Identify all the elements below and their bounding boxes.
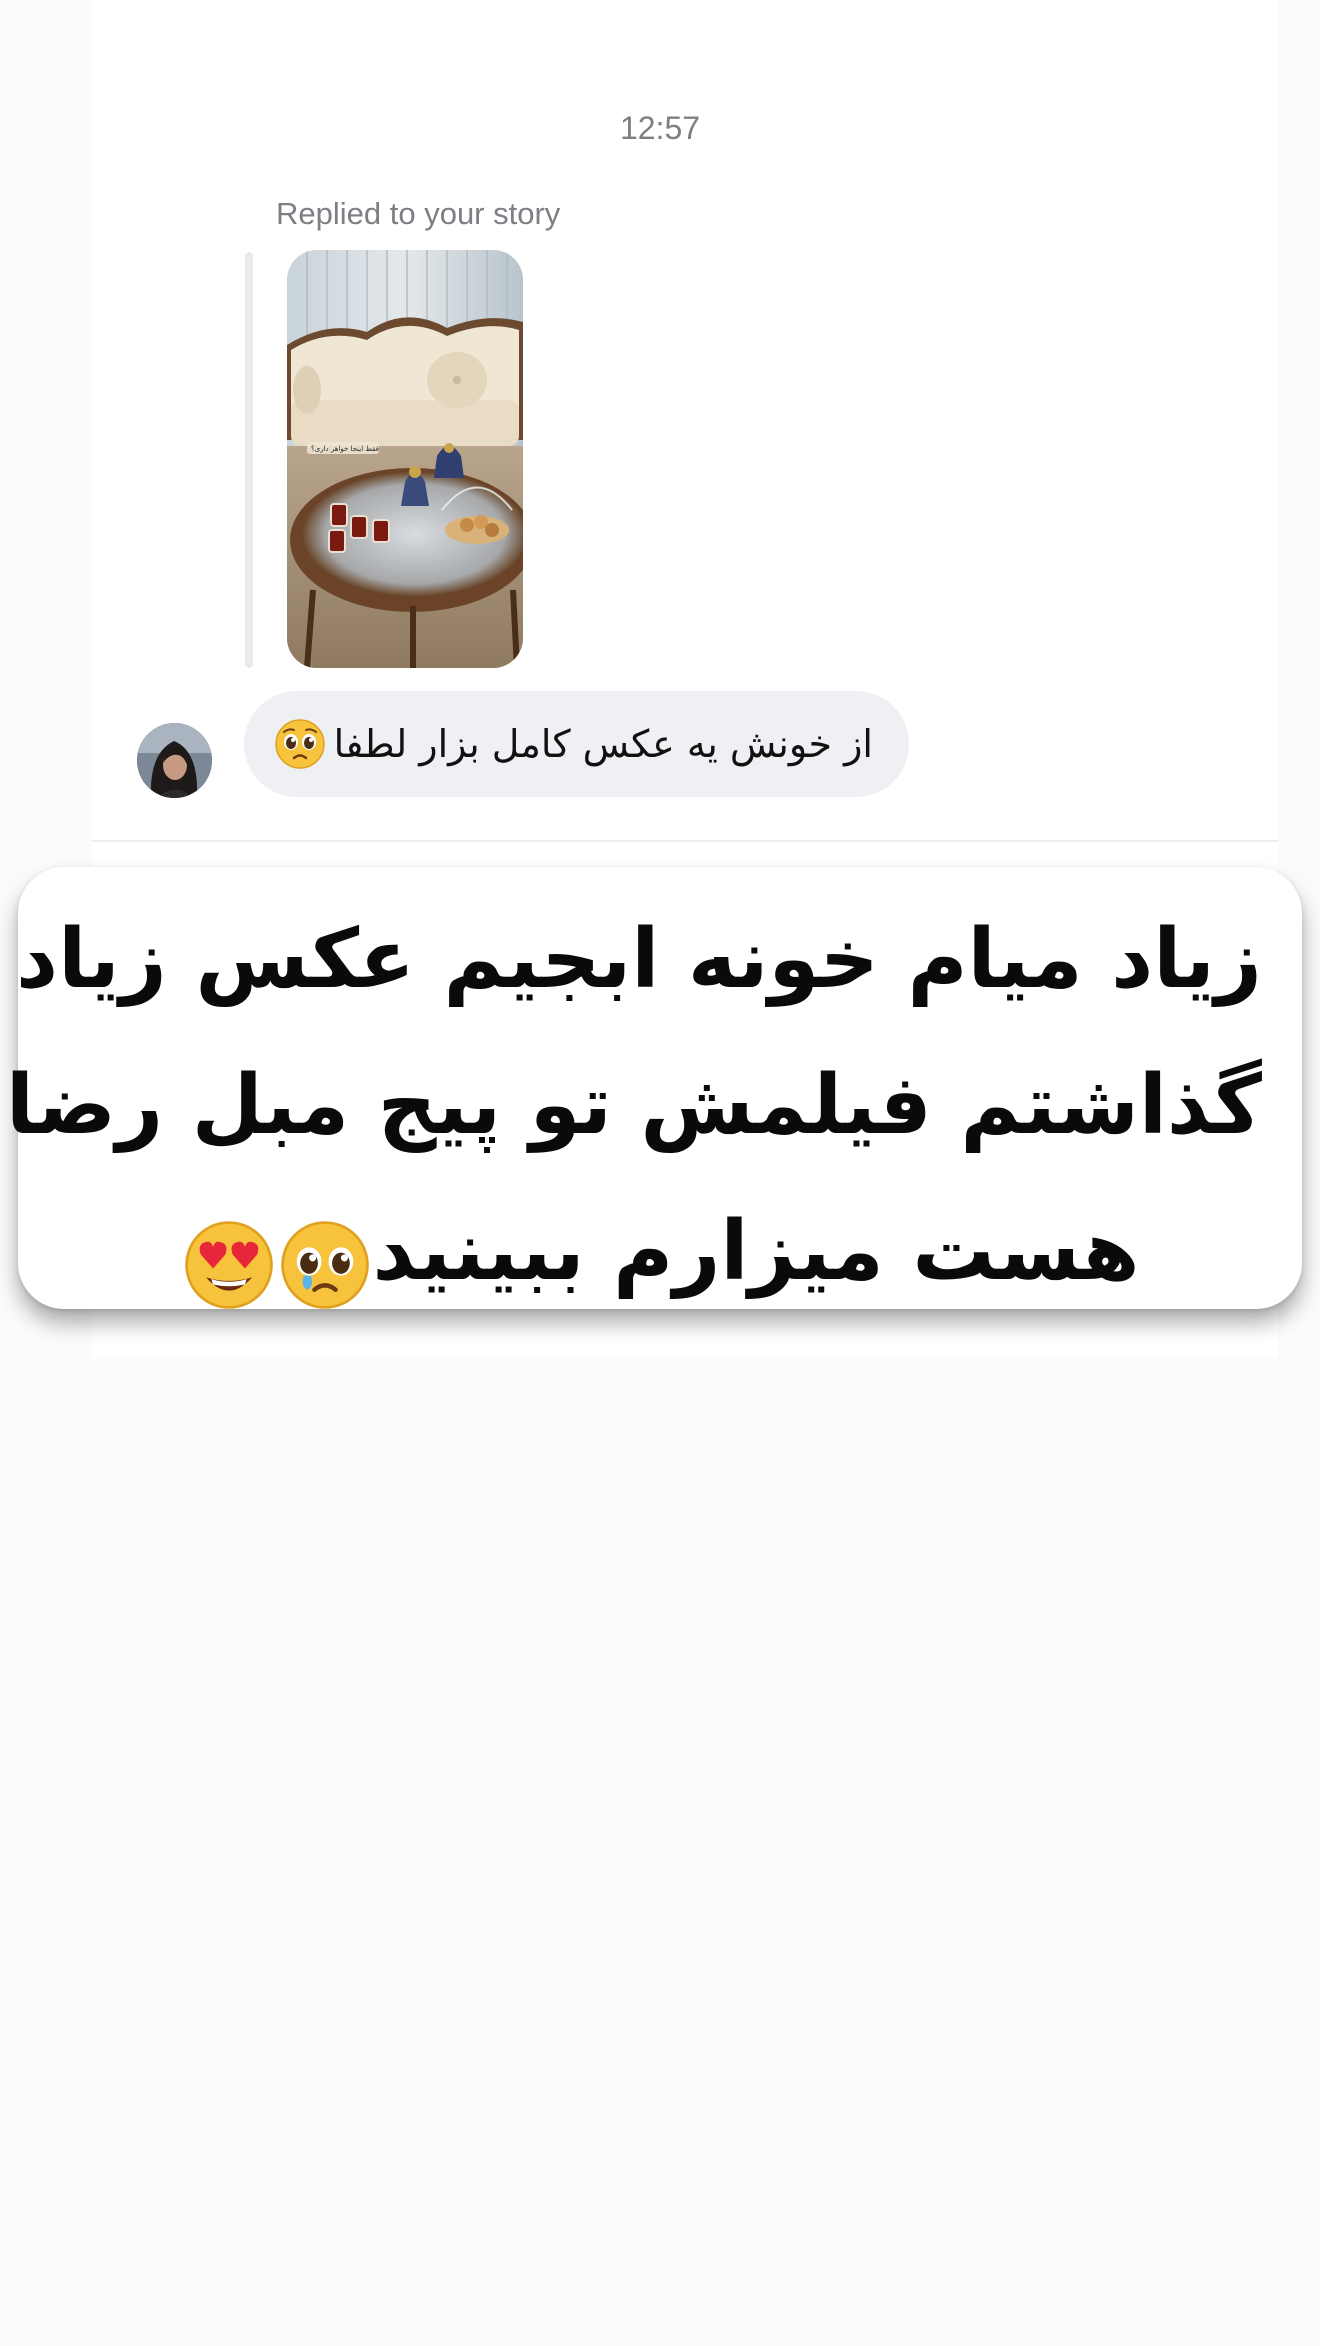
story-image: فقط اینجا خواهر داری؟ bbox=[287, 250, 523, 668]
caption-overlay-card: زیاد میام خونه ابجیم عکس زیاد گذاشتم فیل… bbox=[5, 867, 1302, 1309]
pleading-face-emoji-icon bbox=[279, 1211, 371, 1309]
story-overlay-text: فقط اینجا خواهر داری؟ bbox=[311, 445, 379, 453]
story-thumbnail[interactable]: فقط اینجا خواهر داری؟ bbox=[287, 250, 523, 668]
received-message-bubble[interactable]: از خونش یه عکس کامل بزار لطفا bbox=[244, 691, 909, 797]
reply-indicator-bar bbox=[245, 252, 253, 668]
screen: 12:57 Replied to your story فقط اینجا خو… bbox=[0, 0, 1320, 2346]
heart-eyes-emoji-icon bbox=[183, 1211, 275, 1309]
message-text: از خونش یه عکس کامل بزار لطفا bbox=[333, 722, 873, 766]
caption-line-2: گذاشتم فیلمش تو پیج مبل رضا bbox=[5, 1058, 1262, 1153]
message-timestamp: 12:57 bbox=[619, 110, 701, 146]
story-reply-label: Replied to your story bbox=[276, 196, 561, 231]
pleading-face-emoji-icon bbox=[274, 718, 326, 770]
divider bbox=[92, 840, 1278, 842]
caption-line-3-text: هست میزارم ببینید bbox=[372, 1204, 1140, 1299]
sender-avatar[interactable] bbox=[137, 723, 212, 798]
caption-line-1: زیاد میام خونه ابجیم عکس زیاد bbox=[15, 912, 1262, 1007]
caption-line-3: هست میزارم ببینید bbox=[58, 1179, 1262, 1325]
